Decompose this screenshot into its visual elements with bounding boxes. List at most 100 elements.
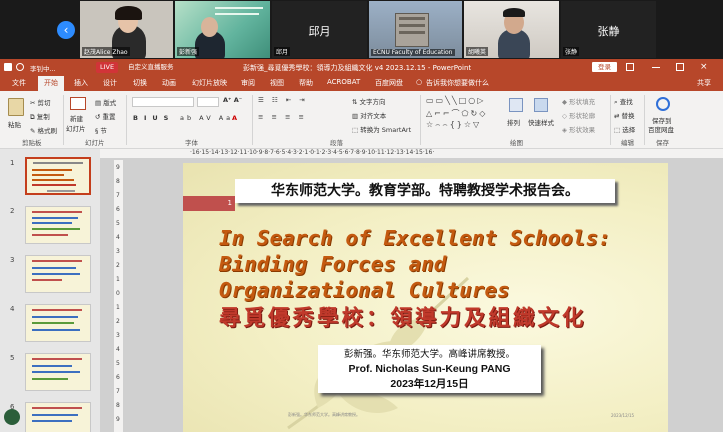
smartart-button[interactable]: ⬚ 转换为 SmartArt (352, 124, 411, 134)
participant-tile[interactable]: 胡曦英 (464, 1, 559, 58)
font-family-select[interactable] (132, 97, 194, 107)
tab-transitions[interactable]: 切换 (133, 78, 147, 88)
tab-insert[interactable]: 插入 (74, 78, 88, 88)
tab-animations[interactable]: 动画 (162, 78, 176, 88)
select-button[interactable]: ⬚ 选择 (614, 124, 635, 134)
custom-live-service[interactable]: 自定义直播服务 (128, 62, 174, 73)
layout-label: 版式 (103, 99, 117, 107)
list-buttons[interactable]: ☰ ☷ ⇤ ⇥ (258, 96, 308, 104)
format-painter-button[interactable]: ✎ 格式刷 (30, 125, 57, 135)
tab-home[interactable]: 开始 (38, 76, 64, 91)
shapes-gallery-row3[interactable]: ☆⌢⌢{}☆▽ (426, 120, 481, 130)
font-color-icon[interactable]: A (232, 114, 237, 122)
ruler-tick: 8 (116, 178, 120, 185)
ruler-tick: 3 (116, 248, 120, 255)
participant-tile[interactable]: 张静 张静 (561, 1, 656, 58)
slide-thumbnail[interactable] (25, 304, 91, 342)
login-button[interactable]: 登录 (592, 62, 617, 72)
speaker-box: 彭新强。华东师范大学。高峰讲席教授。 Prof. Nicholas Sun-Ke… (318, 345, 541, 393)
new-slide-icon[interactable] (70, 97, 86, 110)
tell-me-search[interactable]: 告诉我你想要做什么 (426, 78, 489, 88)
align-buttons[interactable]: ≡ ≡ ≡ ≡ (258, 113, 307, 121)
grow-font-icon[interactable]: A⁺ A⁻ (223, 96, 242, 104)
ribbon-home: 粘贴 ✂ 剪切 ⧉ 复制 ✎ 格式刷 剪贴板 新建 幻灯片 ▤ 版式 ↺ 重置 … (0, 91, 723, 149)
participant-tile[interactable]: 彭新强 (175, 1, 270, 58)
copy-button[interactable]: ⧉ 复制 (30, 111, 50, 122)
thumbnail-number: 3 (10, 256, 15, 264)
shapes-gallery[interactable]: ▭▭╲╲□○▷ (426, 96, 485, 105)
ruler-tick: 0 (116, 290, 120, 297)
slide-footer-left: 彭新强。华东师范大学。高峰讲席教授。 (288, 412, 360, 417)
slide-thumbnail[interactable] (25, 206, 91, 244)
participant-gallery: ‹ 赵茂Alice Zhao 彭新强 邱月 邱月 ECNU Faculty of (0, 0, 723, 59)
slide-thumbnails-pane: 1 2 3 4 5 6 (0, 149, 100, 432)
maximize-icon[interactable] (676, 63, 684, 71)
quick-styles-button[interactable]: 快速样式 (528, 117, 554, 127)
quick-styles-icon[interactable] (534, 98, 548, 112)
new-slide-button[interactable]: 新建 (70, 113, 83, 123)
shape-fill-button[interactable]: ◆ 形状填充 (562, 96, 595, 106)
shapes-gallery-row2[interactable]: △⌐⌐⌒⬠↻◇ (426, 108, 487, 119)
shape-effects-button[interactable]: ◈ 形状效果 (562, 124, 595, 134)
share-button[interactable]: 共享 (697, 78, 711, 88)
ruler-tick: 7 (116, 388, 120, 395)
cut-label: 剪切 (37, 99, 51, 107)
text-direction-button[interactable]: ⇅ 文字方向 (352, 96, 386, 106)
ruler-tick: 9 (116, 164, 120, 171)
font-size-select[interactable] (197, 97, 219, 107)
slide-thumbnail[interactable] (25, 353, 91, 391)
separator (610, 95, 611, 145)
ruler-tick: 6 (116, 206, 120, 213)
ruler-tick: 9 (116, 416, 120, 423)
tab-baidu[interactable]: 百度网盘 (375, 78, 403, 88)
find-button[interactable]: ⌕ 查找 (614, 96, 633, 107)
powerpoint-titlebar: 李钊中... LIVE 自定义直播服务 彭新强_尋覓優秀學校：領導力及組織文化 … (0, 59, 723, 76)
separator (126, 95, 127, 145)
slide-thumbnail[interactable] (25, 402, 91, 432)
shape-effects-label: 形状效果 (569, 126, 596, 134)
slide-thumbnail[interactable] (25, 157, 91, 195)
layout-button[interactable]: ▤ 版式 (95, 97, 116, 107)
save-icon[interactable] (4, 63, 12, 71)
tab-acrobat[interactable]: ACROBAT (327, 78, 360, 86)
tab-file[interactable]: 文件 (12, 78, 26, 88)
participant-tile[interactable]: 赵茂Alice Zhao (80, 1, 173, 58)
ribbon-display-icon[interactable] (626, 63, 634, 71)
ruler-tick: 5 (116, 360, 120, 367)
font-format-buttons[interactable]: BIUS (133, 114, 174, 122)
arrange-icon[interactable] (509, 98, 523, 112)
slide-canvas[interactable]: 1 华东师范大学。教育学部。特聘教授学术报告会。 In Search of Ex… (183, 163, 668, 432)
meeting-control-icon[interactable] (4, 409, 20, 425)
tab-help[interactable]: 帮助 (299, 78, 313, 88)
tab-slideshow[interactable]: 幻灯片放映 (192, 78, 227, 88)
title-line-1: In Search of Excellent Schools: (219, 226, 611, 250)
live-badge[interactable]: LIVE (96, 62, 119, 73)
baidu-cloud-icon[interactable] (656, 97, 670, 111)
tab-review[interactable]: 审阅 (241, 78, 255, 88)
account-icon[interactable] (16, 63, 24, 71)
align-text-button[interactable]: ▥ 对齐文本 (352, 110, 386, 120)
gallery-prev-arrow-icon[interactable]: ‹ (57, 21, 75, 39)
separator (644, 95, 645, 145)
shape-outline-button[interactable]: ◇ 形状轮廓 (562, 110, 595, 120)
cut-button[interactable]: ✂ 剪切 (30, 97, 51, 107)
participant-tile[interactable]: 邱月 邱月 (272, 1, 367, 58)
copy-label: 复制 (36, 113, 50, 121)
participant-tile[interactable]: ECNU Faculty of Education (369, 1, 462, 58)
tab-view[interactable]: 视图 (270, 78, 284, 88)
replace-button[interactable]: ⇄ 替换 (614, 110, 635, 120)
font-effects-buttons[interactable]: ab AV Aa (180, 114, 233, 122)
slide-thumbnail[interactable] (25, 255, 91, 293)
section-button[interactable]: § 节 (95, 125, 107, 135)
reset-button[interactable]: ↺ 重置 (95, 111, 116, 121)
close-icon[interactable]: × (700, 63, 708, 72)
horizontal-ruler: ·16·15·14·13·12·11·10·9·8·7·6·5·4·3·2·1·… (100, 149, 723, 158)
tab-design[interactable]: 设计 (103, 78, 117, 88)
paste-icon[interactable] (8, 98, 24, 116)
arrange-button[interactable]: 排列 (507, 117, 520, 127)
participant-name: 邱月 (274, 47, 291, 56)
slide-footer-date: 2023/12/15 (611, 413, 635, 418)
minimize-icon[interactable] (652, 67, 660, 68)
paste-button[interactable]: 粘贴 (8, 119, 21, 129)
slide-header-box: 华东师范大学。教育学部。特聘教授学术报告会。 (235, 179, 615, 203)
